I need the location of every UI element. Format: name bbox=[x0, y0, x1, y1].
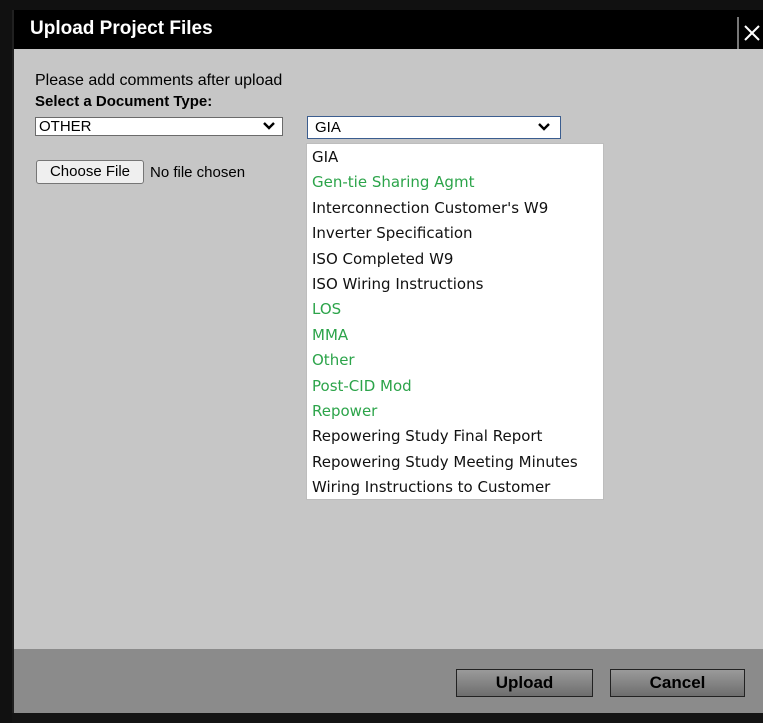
dropdown-option[interactable]: Inverter Specification bbox=[307, 221, 603, 246]
category-select[interactable]: OTHER bbox=[35, 117, 283, 136]
document-type-label: Select a Document Type: bbox=[35, 93, 213, 110]
dropdown-option[interactable]: Other bbox=[307, 348, 603, 373]
file-status-text: No file chosen bbox=[150, 164, 246, 181]
upload-button[interactable]: Upload bbox=[456, 669, 593, 697]
dropdown-option[interactable]: Gen-tie Sharing Agmt bbox=[307, 170, 603, 195]
dropdown-option[interactable]: MMA bbox=[307, 323, 603, 348]
dialog-titlebar: Upload Project Files bbox=[14, 10, 763, 49]
category-select-value: OTHER bbox=[39, 118, 92, 135]
cancel-button[interactable]: Cancel bbox=[610, 669, 745, 697]
subtype-select[interactable]: GIA bbox=[307, 116, 561, 139]
dropdown-option[interactable]: Repowering Study Meeting Minutes bbox=[307, 450, 603, 475]
instructions-text: Please add comments after upload bbox=[35, 72, 283, 89]
dropdown-option[interactable]: Repowering Study Final Report bbox=[307, 424, 603, 449]
dropdown-option[interactable]: Wiring Instructions to Customer bbox=[307, 475, 603, 500]
dropdown-option[interactable]: ISO Wiring Instructions bbox=[307, 272, 603, 297]
dropdown-option[interactable]: Post-CID Mod bbox=[307, 374, 603, 399]
dialog-footer: Upload Cancel bbox=[14, 649, 763, 713]
chevron-down-icon bbox=[263, 122, 275, 130]
dropdown-option[interactable]: Repower bbox=[307, 399, 603, 424]
dialog-title: Upload Project Files bbox=[30, 18, 213, 39]
subtype-select-value: GIA bbox=[315, 119, 341, 136]
dropdown-option[interactable]: ISO Completed W9 bbox=[307, 247, 603, 272]
dialog-content: Please add comments after upload Select … bbox=[14, 49, 763, 649]
screen-bottom-edge bbox=[12, 713, 763, 723]
close-icon bbox=[744, 25, 760, 41]
choose-file-button[interactable]: Choose File bbox=[36, 160, 144, 184]
dropdown-option[interactable]: Interconnection Customer's W9 bbox=[307, 196, 603, 221]
subtype-dropdown-list: GIA Gen-tie Sharing Agmt Interconnection C… bbox=[306, 143, 604, 500]
upload-dialog: Upload Project Files Please add comments… bbox=[12, 10, 763, 713]
dropdown-option[interactable]: GIA bbox=[307, 145, 603, 170]
dropdown-option[interactable]: LOS bbox=[307, 297, 603, 322]
close-button[interactable] bbox=[737, 17, 763, 49]
chevron-down-icon bbox=[538, 123, 550, 131]
